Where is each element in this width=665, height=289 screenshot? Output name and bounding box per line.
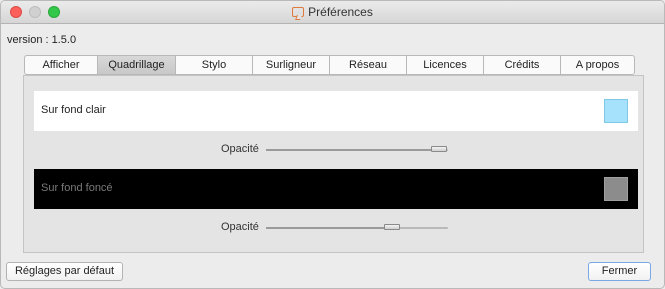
light-opacity-slider[interactable] [266,146,448,152]
preferences-window: Préférences version : 1.5.0 Afficher Qua… [0,0,665,289]
tab-credits[interactable]: Crédits [483,55,560,75]
title-bar[interactable]: Préférences [1,1,664,24]
light-background-label: Sur fond clair [41,104,106,116]
speech-bubble-icon [292,7,305,17]
close-button[interactable]: Fermer [588,262,651,281]
version-label: version : 1.5.0 [7,34,77,46]
light-opacity-label: Opacité [221,143,259,155]
tab-licences[interactable]: Licences [406,55,483,75]
light-opacity-slider-fill [266,149,439,151]
tab-bar: Afficher Quadrillage Stylo Surligneur Ré… [24,55,635,75]
dark-opacity-label: Opacité [221,221,259,233]
restore-defaults-button[interactable]: Réglages par défaut [6,262,123,281]
light-background-row: Sur fond clair [34,91,638,131]
dark-background-row: Sur fond foncé [34,169,638,209]
window-title-group: Préférences [1,5,664,19]
tab-a-propos[interactable]: A propos [560,55,635,75]
dark-background-label: Sur fond foncé [41,182,113,194]
tab-stylo[interactable]: Stylo [175,55,252,75]
dark-opacity-slider-fill [266,227,392,229]
tab-afficher[interactable]: Afficher [24,55,97,75]
tab-surligneur[interactable]: Surligneur [252,55,329,75]
dark-opacity-slider-thumb[interactable] [384,224,400,230]
light-background-color-swatch[interactable] [604,99,628,123]
dark-background-color-swatch[interactable] [604,177,628,201]
window-title: Préférences [308,5,373,19]
light-opacity-slider-thumb[interactable] [431,146,447,152]
tab-quadrillage[interactable]: Quadrillage [97,55,175,75]
tab-reseau[interactable]: Réseau [329,55,406,75]
dark-opacity-slider[interactable] [266,224,448,230]
